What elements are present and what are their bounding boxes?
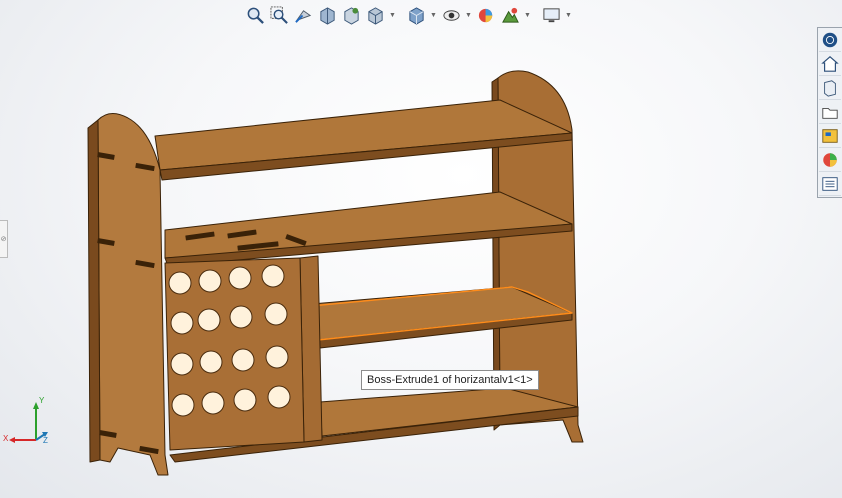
triad-y-label: Y	[39, 396, 45, 405]
view-settings-icon[interactable]	[540, 4, 562, 26]
display-style-dropdown-icon[interactable]: ▼	[429, 4, 438, 26]
custom-properties-icon[interactable]	[819, 149, 841, 172]
dynamic-annotation-icon[interactable]	[340, 4, 362, 26]
heads-up-view-toolbar: ▼ ▼ ▼ ▼ ▼	[244, 3, 573, 27]
left-side-panel-edge	[87, 119, 101, 463]
bookshelf-model[interactable]	[87, 70, 584, 476]
view-palette-icon[interactable]	[819, 101, 841, 124]
apply-scene-icon[interactable]	[499, 4, 521, 26]
triad-z-label: Z	[43, 436, 48, 445]
display-style-icon[interactable]	[405, 4, 427, 26]
hide-show-items-icon[interactable]	[440, 4, 462, 26]
task-pane	[817, 27, 842, 198]
zoom-to-fit-icon[interactable]	[244, 4, 266, 26]
property-list-icon[interactable]	[819, 173, 841, 196]
left-side-panel[interactable]	[97, 113, 169, 476]
apply-scene-dropdown-icon[interactable]: ▼	[523, 4, 532, 26]
appearances-icon[interactable]	[819, 125, 841, 148]
view-settings-dropdown-icon[interactable]: ▼	[564, 4, 573, 26]
selection-tooltip: Boss-Extrude1 of horizantalv1<1>	[361, 370, 539, 390]
model-viewport[interactable]	[0, 0, 842, 498]
triad-x-label: X	[3, 434, 9, 443]
zoom-to-area-icon[interactable]	[268, 4, 290, 26]
reference-triad[interactable]: Y X Z	[3, 396, 53, 448]
view-orientation-dropdown-icon[interactable]: ▼	[388, 4, 397, 26]
section-view-icon[interactable]	[316, 4, 338, 26]
solidworks-resources-icon[interactable]	[819, 29, 841, 52]
edit-appearance-icon[interactable]	[475, 4, 497, 26]
feature-manager-handle[interactable]: ⊘	[0, 220, 8, 258]
hide-show-dropdown-icon[interactable]: ▼	[464, 4, 473, 26]
file-explorer-icon[interactable]	[819, 77, 841, 100]
previous-view-icon[interactable]	[292, 4, 314, 26]
view-orientation-icon[interactable]	[364, 4, 386, 26]
design-library-icon[interactable]	[819, 53, 841, 76]
